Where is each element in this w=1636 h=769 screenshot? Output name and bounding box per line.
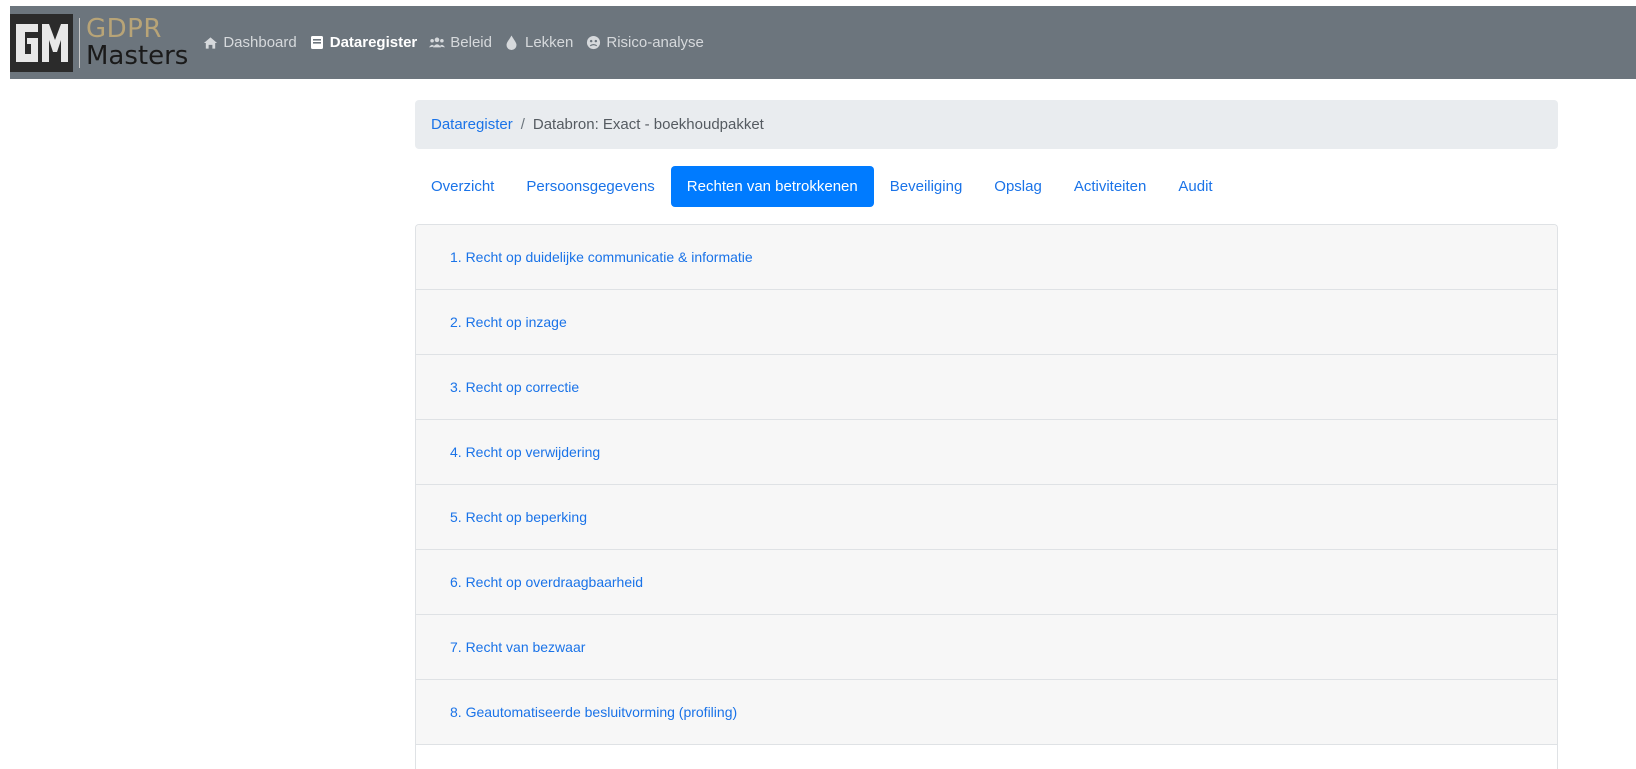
- nav-item-label: Beleid: [450, 34, 492, 51]
- breadcrumb-separator: /: [520, 116, 525, 133]
- top-navbar: GDPR Masters Dashboard Dataregister Bele…: [10, 6, 1636, 79]
- accordion-item-right-3[interactable]: 3. Recht op correctie: [416, 355, 1557, 420]
- brand-line2: Masters: [86, 41, 189, 71]
- breadcrumb: Dataregister / Databron: Exact - boekhou…: [415, 100, 1558, 149]
- breadcrumb-current: Databron: Exact - boekhoudpakket: [532, 116, 764, 133]
- gm-logo-icon: [10, 13, 73, 72]
- users-icon: [429, 35, 446, 51]
- nav-item-risico-analyse[interactable]: Risico-analyse: [585, 34, 704, 51]
- tab-audit[interactable]: Audit: [1162, 166, 1228, 207]
- tab-rechten-van-betrokkenen[interactable]: Rechten van betrokkenen: [670, 166, 874, 207]
- brand-line1: GDPR: [86, 14, 162, 44]
- nav-links: Dashboard Dataregister Beleid Lekken Ris…: [202, 34, 716, 51]
- nav-item-label: Risico-analyse: [606, 34, 704, 51]
- home-icon: [202, 35, 218, 51]
- nav-item-label: Lekken: [524, 34, 574, 51]
- tab-persoonsgegevens[interactable]: Persoonsgegevens: [510, 166, 670, 207]
- accordion-item-right-7[interactable]: 7. Recht van bezwaar: [416, 615, 1557, 680]
- tab-overzicht[interactable]: Overzicht: [415, 166, 510, 207]
- biohazard-icon: [585, 35, 601, 51]
- accordion-item-right-5[interactable]: 5. Recht op beperking: [416, 485, 1557, 550]
- breadcrumb-link-dataregister[interactable]: Dataregister: [431, 116, 513, 133]
- rights-accordion: 1. Recht op duidelijke communicatie & in…: [415, 224, 1558, 769]
- tab-activiteiten[interactable]: Activiteiten: [1058, 166, 1163, 207]
- nav-item-label: Dataregister: [329, 34, 418, 51]
- droplet-icon: [504, 35, 520, 51]
- tab-opslag[interactable]: Opslag: [978, 166, 1058, 207]
- nav-item-beleid[interactable]: Beleid: [429, 34, 492, 51]
- brand-divider: [79, 17, 80, 68]
- brand-logo[interactable]: GDPR Masters: [10, 6, 188, 79]
- accordion-item-right-8[interactable]: 8. Geautomatiseerde besluitvorming (prof…: [416, 680, 1557, 745]
- detail-tabs: Overzicht Persoonsgegevens Rechten van b…: [415, 166, 1229, 207]
- accordion-item-right-2[interactable]: 2. Recht op inzage: [416, 290, 1557, 355]
- nav-item-dataregister[interactable]: Dataregister: [309, 34, 418, 51]
- brand-text: GDPR Masters: [86, 16, 188, 69]
- nav-item-dashboard[interactable]: Dashboard: [202, 34, 297, 51]
- tab-beveiliging[interactable]: Beveiliging: [874, 166, 979, 207]
- nav-item-lekken[interactable]: Lekken: [504, 34, 573, 51]
- nav-item-label: Dashboard: [223, 34, 297, 51]
- accordion-item-right-1[interactable]: 1. Recht op duidelijke communicatie & in…: [416, 225, 1557, 290]
- book-icon: [309, 35, 325, 51]
- accordion-item-right-4[interactable]: 4. Recht op verwijdering: [416, 420, 1557, 485]
- accordion-item-right-6[interactable]: 6. Recht op overdraagbaarheid: [416, 550, 1557, 615]
